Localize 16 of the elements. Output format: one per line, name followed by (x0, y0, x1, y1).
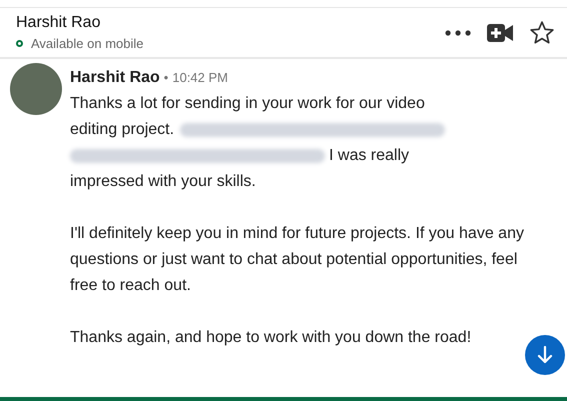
message-text: I'll definitely keep you in mind for future projects. If you have any questions or just want to chat about potential opportunities, feel free to reach out. (70, 224, 525, 296)
message-text: I was really (329, 146, 410, 166)
scroll-down-button[interactable] (525, 335, 565, 375)
video-call-icon[interactable] (485, 22, 515, 44)
contact-name: Harshit Rao (16, 14, 102, 32)
avatar-photo-placeholder (10, 63, 62, 115)
arrow-down-icon (537, 346, 553, 364)
more-options-icon[interactable] (443, 28, 473, 38)
message-text: Thanks again, and hope to work with you down the road! (70, 328, 472, 348)
message-text: impressed with your skills. (70, 172, 256, 192)
sender-name: Harshit Rao (70, 68, 160, 88)
separator-dot: • (164, 69, 168, 87)
message-time: 10:42 PM (172, 69, 228, 87)
message-text: editing project. (70, 120, 174, 140)
message-text: Thanks a lot for sending in your work for our video (70, 94, 425, 114)
status-text: Available on mobile (31, 36, 144, 51)
